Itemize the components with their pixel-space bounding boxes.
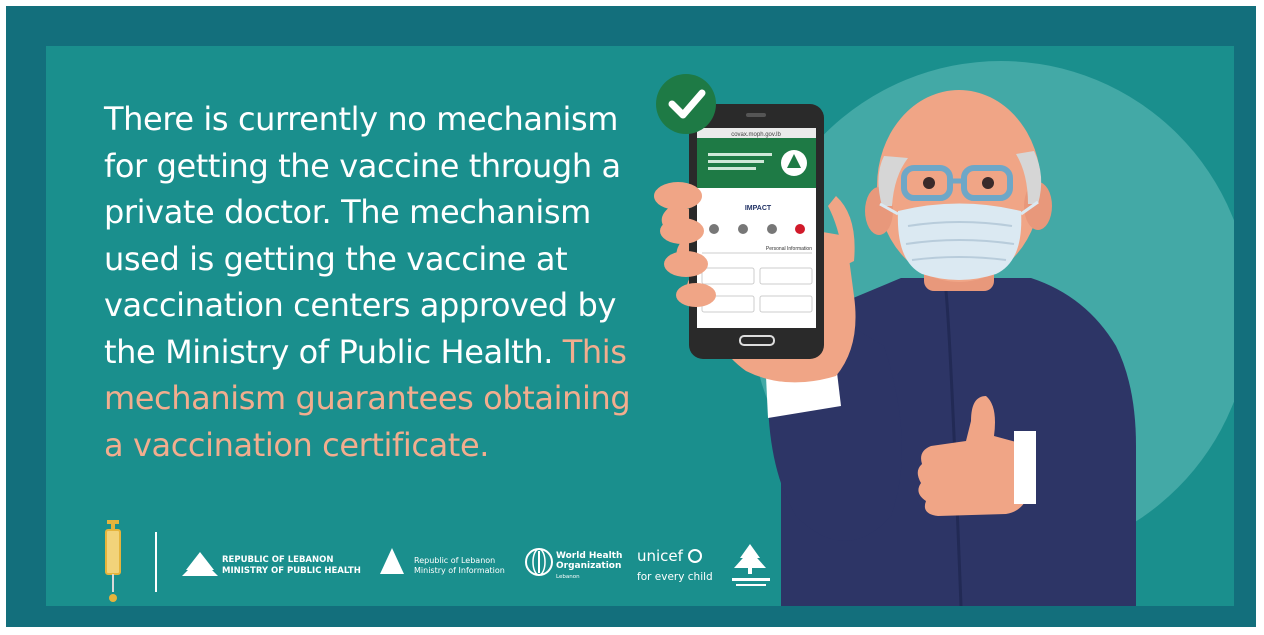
poster-frame: There is currently no mechanism for gett… xyxy=(6,6,1256,627)
smartphone: covax.moph.gov.lb IMPACT Personal Inform… xyxy=(689,104,824,359)
cedar-logo-icon xyxy=(732,544,770,586)
phone-app-name: IMPACT xyxy=(745,205,772,212)
moi-line1: Republic of Lebanon xyxy=(414,556,495,565)
who-line1: World Health xyxy=(556,551,622,561)
moph-line2: MINISTRY OF PUBLIC HEALTH xyxy=(222,566,361,576)
phone-section-title: Personal Information xyxy=(766,246,812,252)
moph-line1: REPUBLIC OF LEBANON xyxy=(222,555,333,565)
check-icon xyxy=(656,74,716,134)
unicef-name: unicef xyxy=(637,547,684,565)
poster-panel: There is currently no mechanism for gett… xyxy=(46,46,1234,606)
syringe-icon xyxy=(105,520,121,602)
unicef-tagline: for every child xyxy=(637,571,713,583)
cedar-icon xyxy=(182,552,218,576)
who-line2: Organization xyxy=(556,561,621,571)
phone-url: covax.moph.gov.lb xyxy=(731,132,781,138)
partner-logos: REPUBLIC OF LEBANON MINISTRY OF PUBLIC H… xyxy=(105,520,770,602)
who-emblem-icon xyxy=(525,548,553,576)
unicef-emblem-icon xyxy=(688,549,702,563)
moi-line2: Ministry of Information xyxy=(414,566,505,575)
who-line3: Lebanon xyxy=(556,574,580,580)
moi-emblem-icon xyxy=(380,548,404,574)
